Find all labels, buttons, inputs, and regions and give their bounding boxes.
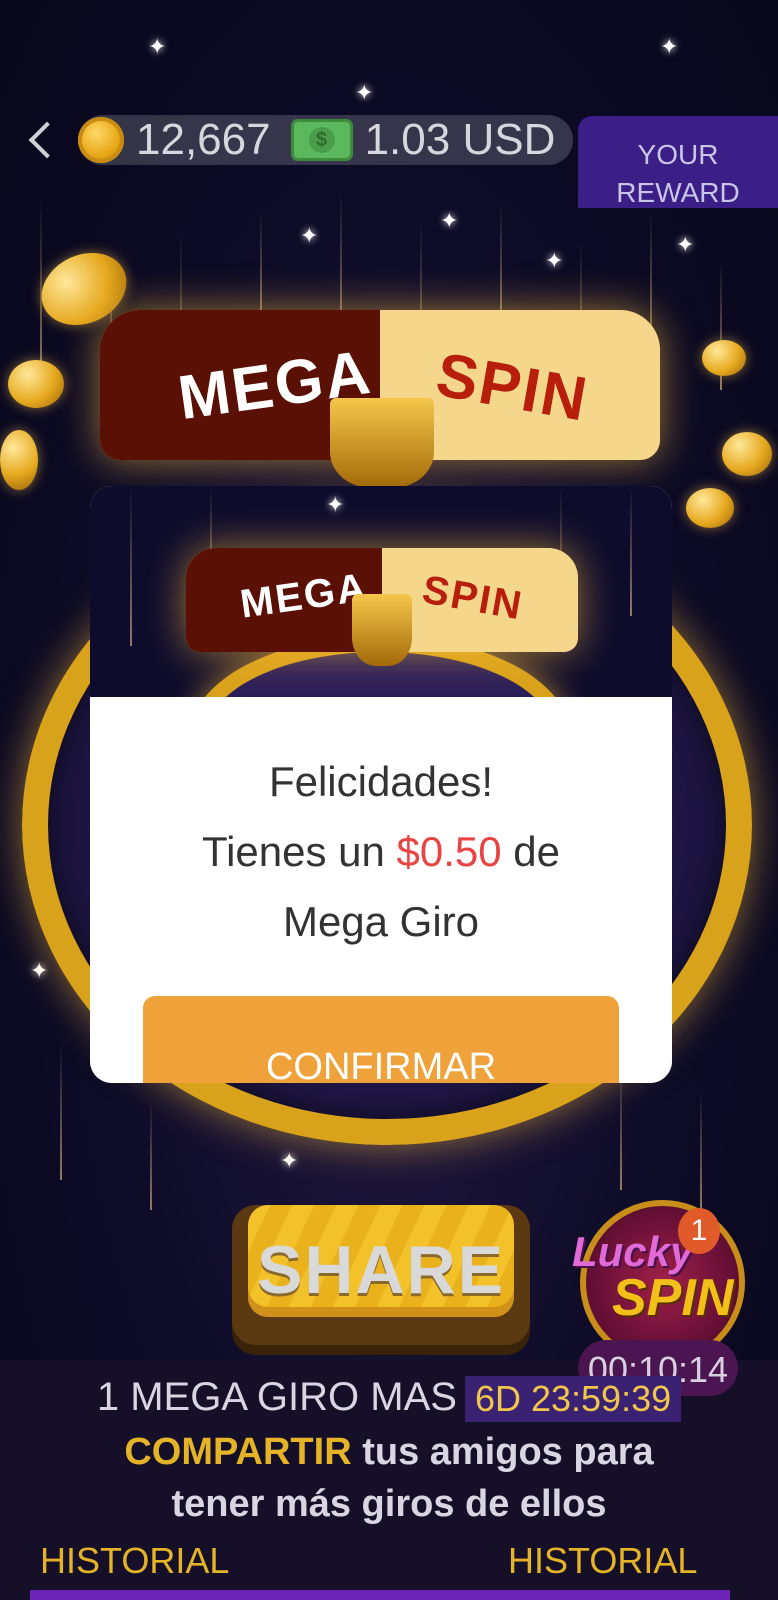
- wheel-pointer: [330, 398, 434, 488]
- tab-historial-right[interactable]: HISTORIAL: [508, 1540, 697, 1582]
- countdown-timer: 6D 23:59:39: [464, 1376, 682, 1423]
- share-button[interactable]: SHARE: [232, 1205, 530, 1345]
- compartir-highlight: COMPARTIR: [124, 1431, 352, 1473]
- modal-header-image: ✦ MEGA SPIN: [90, 486, 672, 697]
- spin-word: SPIN: [612, 1269, 734, 1327]
- balance-pill: 12,667 1.03 USD: [78, 115, 574, 165]
- coin-balance: 12,667: [136, 115, 271, 164]
- reward-modal: ✦ MEGA SPIN Felicidades! Tienes un $0.50…: [90, 486, 672, 1083]
- reward-amount: $0.50: [396, 828, 502, 875]
- share-label: SHARE: [256, 1232, 506, 1308]
- modal-message: Felicidades! Tienes un $0.50 de Mega Gir…: [90, 747, 672, 957]
- confirm-button[interactable]: CONFIRMAR: [143, 996, 619, 1083]
- share-instructions: COMPARTIR tus amigos para tener más giro…: [0, 1426, 778, 1530]
- amount-prefix: Tienes un: [201, 828, 397, 875]
- share-button-face: SHARE: [248, 1205, 514, 1317]
- your-reward-button[interactable]: YOUR REWARD: [578, 116, 778, 208]
- cash-balance: 1.03 USD: [364, 115, 556, 164]
- tab-historial-left[interactable]: HISTORIAL: [40, 1540, 229, 1582]
- mega-giro-info: 1 MEGA GIRO MAS 6D 23:59:39: [0, 1375, 778, 1423]
- cash-icon: [290, 119, 353, 161]
- top-bar: 12,667 1.03 USD: [24, 112, 574, 168]
- lucky-spin-count-badge: 1: [678, 1208, 720, 1254]
- back-arrow-icon[interactable]: [28, 121, 66, 159]
- tab-underline: [30, 1590, 730, 1600]
- mega-giro-prefix: 1 MEGA GIRO MAS: [96, 1375, 457, 1419]
- coin-icon: [78, 117, 124, 163]
- mega-giro-text: Mega Giro: [282, 898, 480, 945]
- modal-wheel-pointer: [352, 594, 412, 666]
- amount-suffix: de: [501, 828, 561, 875]
- amount-line: Tienes un $0.50 de: [90, 817, 672, 887]
- congrats-text: Felicidades!: [268, 758, 494, 805]
- instructions-part1: tus amigos para: [351, 1431, 654, 1473]
- modal-body: Felicidades! Tienes un $0.50 de Mega Gir…: [90, 697, 672, 1083]
- instructions-part2: tener más giros de ellos: [171, 1483, 607, 1525]
